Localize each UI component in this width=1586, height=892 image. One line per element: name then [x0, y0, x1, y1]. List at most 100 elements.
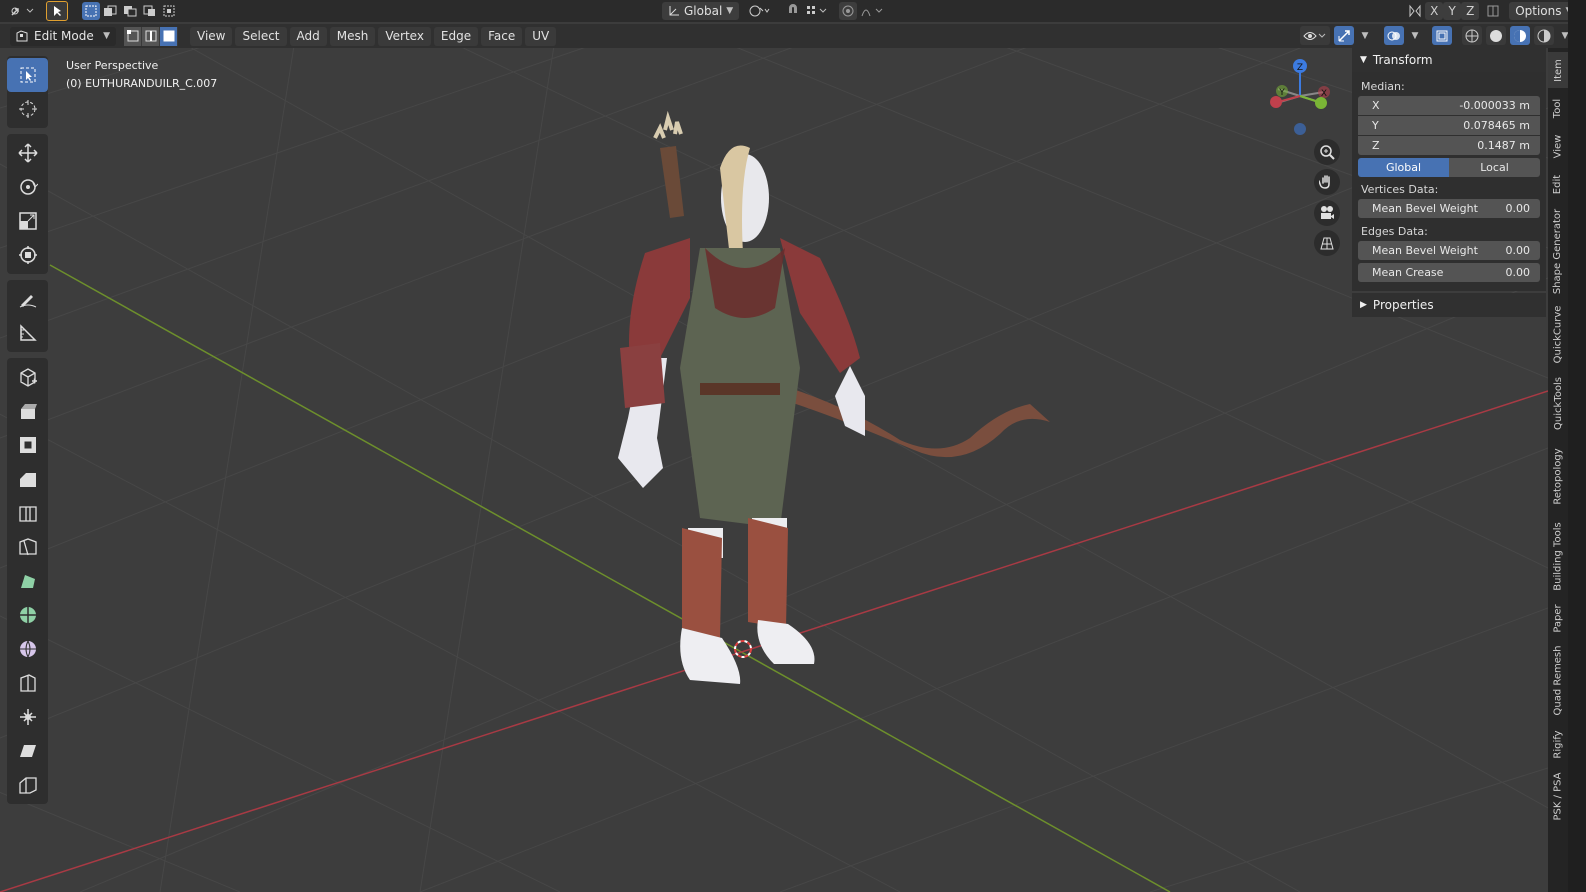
mode-select[interactable]: Edit Mode ▼	[10, 26, 116, 46]
tab-edit[interactable]: Edit	[1548, 166, 1568, 202]
pivot-point-icon[interactable]	[745, 2, 775, 20]
edge-slide-icon[interactable]	[7, 666, 48, 700]
gizmo-toggle-icon[interactable]	[1334, 26, 1354, 45]
tab-paper[interactable]: Paper	[1548, 598, 1568, 638]
face-select-icon[interactable]	[160, 26, 178, 46]
mirror-icon[interactable]	[1405, 2, 1425, 20]
tab-retopology-label: Retopology	[1552, 447, 1564, 505]
mirror-x-toggle[interactable]: X	[1425, 2, 1444, 20]
overlays-icon[interactable]	[1384, 26, 1404, 45]
median-y-field[interactable]: Y 0.078465 m	[1358, 116, 1540, 135]
select-mode-subtract-icon[interactable]	[120, 2, 140, 20]
menu-view[interactable]: View	[190, 26, 233, 46]
menu-edge[interactable]: Edge	[433, 26, 479, 46]
poly-build-icon[interactable]	[7, 564, 48, 598]
tab-psk-psa-label: PSK / PSA	[1552, 771, 1564, 821]
snap-target-icon[interactable]	[803, 2, 833, 20]
menu-add[interactable]: Add	[289, 26, 327, 46]
tab-building-tools-label: Building Tools	[1552, 521, 1564, 591]
select-mode-new-icon[interactable]	[82, 2, 100, 20]
material-shading-icon[interactable]	[1510, 26, 1530, 45]
menu-mesh[interactable]: Mesh	[329, 26, 376, 46]
spin-icon[interactable]	[7, 598, 48, 632]
snap-toggle-icon[interactable]	[783, 2, 803, 20]
loop-cut-icon[interactable]	[7, 496, 48, 530]
select-tool-icon[interactable]	[46, 1, 68, 21]
properties-sidebar: ▼ Transform Median: X -0.000033 m Y 0.07…	[1352, 48, 1546, 892]
move-icon[interactable]	[7, 136, 48, 170]
extrude-icon[interactable]	[7, 394, 48, 428]
tab-retopology[interactable]: Retopology	[1548, 438, 1568, 514]
edge-select-icon[interactable]	[142, 26, 160, 46]
topology-mirror-icon[interactable]	[1483, 2, 1503, 20]
tab-item[interactable]: Item	[1548, 52, 1568, 88]
menu-vertex[interactable]: Vertex	[378, 26, 431, 46]
editor-type-icon[interactable]	[6, 2, 38, 20]
shear-icon[interactable]	[7, 734, 48, 768]
tab-quad-remesh[interactable]: Quad Remesh	[1548, 640, 1568, 720]
navigation-gizmo[interactable]: Z X Y	[1264, 56, 1340, 140]
menu-select[interactable]: Select	[235, 26, 287, 46]
wireframe-shading-icon[interactable]	[1462, 26, 1482, 45]
select-mode-extend-icon[interactable]	[100, 2, 120, 20]
pan-hand-icon[interactable]	[1314, 169, 1340, 195]
transform-orientation-select[interactable]: Global ▼	[662, 2, 740, 20]
vertex-select-icon[interactable]	[124, 26, 142, 46]
tab-psk-psa[interactable]: PSK / PSA	[1548, 768, 1568, 824]
shrink-fatten-icon[interactable]	[7, 700, 48, 734]
local-button[interactable]: Local	[1449, 158, 1540, 177]
rip-icon[interactable]	[7, 768, 48, 802]
mean-crease-value: 0.00	[1505, 266, 1531, 279]
select-mode-invert-icon[interactable]	[140, 2, 160, 20]
measure-icon[interactable]	[7, 316, 48, 350]
solid-shading-icon[interactable]	[1486, 26, 1506, 45]
transform-icon[interactable]	[7, 238, 48, 272]
selection-mode-group	[124, 26, 178, 46]
tab-quickcurve-label: QuickCurve	[1552, 305, 1564, 363]
gizmo-z-label: Z	[1297, 63, 1303, 73]
proportional-edit-icon[interactable]	[839, 2, 858, 20]
select-mode-intersect-icon[interactable]	[160, 2, 180, 20]
rotate-icon[interactable]	[7, 170, 48, 204]
rendered-shading-icon[interactable]	[1534, 26, 1554, 45]
menu-face[interactable]: Face	[481, 26, 523, 46]
menu-uv[interactable]: UV	[525, 26, 557, 46]
annotate-icon[interactable]	[7, 282, 48, 316]
smooth-icon[interactable]	[7, 632, 48, 666]
tab-paper-label: Paper	[1552, 603, 1564, 633]
global-button[interactable]: Global	[1358, 158, 1449, 177]
mirror-y-toggle[interactable]: Y	[1443, 2, 1462, 20]
transform-orientation-label: Global	[684, 4, 723, 18]
tab-building-tools[interactable]: Building Tools	[1548, 516, 1568, 596]
properties-panel-header[interactable]: ▶ Properties	[1352, 293, 1546, 317]
tab-shape-generator[interactable]: Shape Generator	[1548, 204, 1568, 298]
scale-icon[interactable]	[7, 204, 48, 238]
zoom-icon[interactable]	[1314, 139, 1340, 165]
camera-icon[interactable]	[1314, 200, 1340, 226]
select-box-icon[interactable]	[7, 58, 48, 92]
tab-tool[interactable]: Tool	[1548, 90, 1568, 126]
knife-icon[interactable]	[7, 530, 48, 564]
tab-view[interactable]: View	[1548, 128, 1568, 164]
inset-icon[interactable]	[7, 428, 48, 462]
tab-quicktools[interactable]: QuickTools	[1548, 370, 1568, 436]
visibility-icon[interactable]	[1300, 26, 1330, 45]
tab-rigify[interactable]: Rigify	[1548, 722, 1568, 766]
cursor-icon[interactable]	[7, 92, 48, 126]
add-cube-icon[interactable]	[7, 360, 48, 394]
vertex-bevel-weight-field[interactable]: Mean Bevel Weight 0.00	[1358, 199, 1540, 218]
edge-bevel-weight-field[interactable]: Mean Bevel Weight 0.00	[1358, 241, 1540, 260]
xray-toggle-icon[interactable]	[1432, 26, 1452, 45]
mean-crease-field[interactable]: Mean Crease 0.00	[1358, 263, 1540, 282]
transform-panel-header[interactable]: ▼ Transform	[1352, 48, 1546, 72]
median-z-field[interactable]: Z 0.1487 m	[1358, 136, 1540, 155]
falloff-icon[interactable]	[857, 2, 891, 20]
tab-quickcurve[interactable]: QuickCurve	[1548, 300, 1568, 368]
sidebar-tabs: Item Tool View Edit Shape Generator Quic…	[1548, 48, 1568, 892]
chevron-down-icon[interactable]: ▼	[1358, 26, 1372, 45]
median-x-field[interactable]: X -0.000033 m	[1358, 96, 1540, 115]
mirror-z-toggle[interactable]: Z	[1461, 2, 1480, 20]
chevron-down-icon[interactable]: ▼	[1408, 26, 1422, 45]
bevel-icon[interactable]	[7, 462, 48, 496]
perspective-grid-icon[interactable]	[1314, 230, 1340, 256]
